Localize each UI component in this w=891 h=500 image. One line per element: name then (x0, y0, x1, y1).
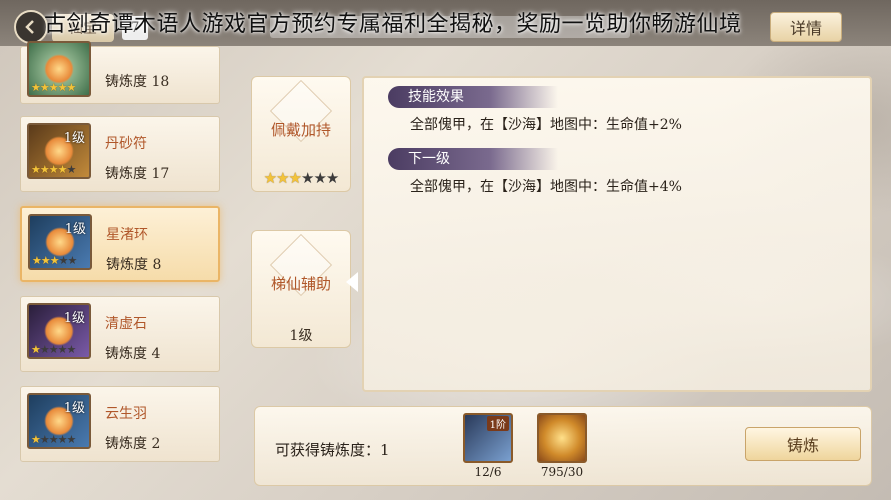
star-icon: ★ (57, 343, 68, 356)
star-icon: ★ (39, 433, 50, 446)
talisman-icon: 1级 ★★★★★ (27, 123, 91, 179)
item-forge-level: 铸炼度 8 (106, 257, 162, 273)
material-orb-icon[interactable] (537, 413, 587, 463)
material-tier-badge: 1阶 (486, 416, 509, 431)
back-arrow-icon (25, 20, 34, 34)
treasure-item-card[interactable]: 1级 ★★★★★ 星渚环 铸炼度 8 (20, 206, 220, 282)
skill-effect-header: 技能效果 (388, 86, 558, 108)
star-icon: ★ (301, 169, 314, 187)
star-icon: ★ (31, 81, 41, 94)
star-icon: ★ (39, 81, 50, 94)
item-stars: ★★★★★ (31, 343, 77, 356)
forge-button[interactable]: 铸炼 (745, 427, 861, 461)
wear-bonus-stars: ★★★★★★ (252, 169, 350, 187)
item-level: 1级 (63, 401, 85, 416)
item-level: 1级 (63, 311, 85, 326)
item-glyph (44, 54, 74, 84)
next-level-text: 全部傀甲，在【沙海】地图中：生命值+4% (410, 179, 682, 195)
forge-bar: 可获得铸炼度：1 1阶 12/6 795/30 铸炼 (254, 406, 872, 486)
star-icon: ★ (57, 163, 68, 176)
star-icon: ★ (31, 343, 41, 356)
back-button[interactable] (14, 10, 48, 44)
material-crystal-icon[interactable]: 1阶 (463, 413, 513, 463)
treasure-item-card[interactable]: 1级 ★★★★★ 丹砂符 铸炼度 17 (20, 116, 220, 192)
star-icon: ★ (48, 343, 59, 356)
star-icon: ★ (325, 169, 339, 187)
item-level: 1级 (64, 222, 86, 237)
material-2-count: 795/30 (540, 465, 584, 479)
item-name: 云生羽 (105, 406, 147, 422)
item-name: 清虚石 (105, 316, 147, 332)
treasure-item-card[interactable]: 1级 ★★★★★ 云生羽 铸炼度 2 (20, 386, 220, 462)
star-icon: ★ (313, 169, 326, 187)
item-forge-level: 铸炼度 4 (105, 346, 161, 362)
effect-panel: 技能效果 全部傀甲，在【沙海】地图中：生命值+2% 下一级 全部傀甲，在【沙海】… (362, 76, 872, 392)
item-stars: ★★★★★ (31, 81, 77, 94)
feather-icon: 1级 ★★★★★ (27, 393, 91, 449)
item-forge-level: 铸炼度 18 (105, 74, 170, 90)
pointer-arrow-icon (346, 272, 358, 292)
star-icon: ★ (48, 81, 59, 94)
star-icon: ★ (66, 433, 77, 446)
assist-label: 梯仙辅助 (270, 275, 331, 293)
material-1-count: 12/6 (474, 465, 502, 479)
green-orb-icon: ★★★★★ (27, 41, 91, 97)
forge-gain-label: 可获得铸炼度：1 (275, 441, 390, 459)
star-icon: ★ (39, 343, 50, 356)
item-stars: ★★★★★ (31, 433, 77, 446)
star-icon: ★ (276, 169, 289, 187)
star-icon: ★ (31, 433, 41, 446)
item-stars: ★★★★★ (31, 163, 77, 176)
item-stars: ★★★★★ (32, 254, 78, 267)
item-forge-level: 铸炼度 2 (105, 436, 161, 452)
ring-icon: 1级 ★★★★★ (28, 214, 92, 270)
item-level: 1级 (63, 131, 85, 146)
star-icon: ★ (48, 163, 59, 176)
star-icon: ★ (39, 163, 50, 176)
star-icon: ★ (40, 254, 51, 267)
skill-effect-text: 全部傀甲，在【沙海】地图中：生命值+2% (410, 117, 682, 133)
treasure-item-card[interactable]: ★★★★★ 铸炼度 18 (20, 41, 220, 104)
overlay-title: 古剑奇谭木语人游戏官方预约专属福利全揭秘，奖励一览助你畅游仙境 (44, 12, 742, 37)
treasure-item-card[interactable]: 1级 ★★★★★ 清虚石 铸炼度 4 (20, 296, 220, 372)
star-icon: ★ (66, 343, 77, 356)
star-icon: ★ (57, 433, 68, 446)
wear-bonus-card[interactable]: 佩戴加持 ★★★★★★ (251, 76, 351, 192)
star-icon: ★ (31, 163, 41, 176)
star-icon: ★ (48, 433, 59, 446)
star-icon: ★ (67, 254, 78, 267)
assist-card[interactable]: 梯仙辅助 1级 (251, 230, 351, 348)
item-name: 丹砂符 (105, 136, 147, 152)
item-forge-level: 铸炼度 17 (105, 166, 170, 182)
next-level-header: 下一级 (388, 148, 558, 170)
star-icon: ★ (58, 254, 69, 267)
star-icon: ★ (57, 81, 68, 94)
star-icon: ★ (49, 254, 60, 267)
star-icon: ★ (32, 254, 42, 267)
star-icon: ★ (66, 163, 77, 176)
item-name: 星渚环 (106, 227, 148, 243)
assist-level: 1级 (289, 328, 313, 344)
star-icon: ★ (288, 169, 302, 187)
wear-bonus-label: 佩戴加持 (270, 121, 331, 139)
stone-icon: 1级 ★★★★★ (27, 303, 91, 359)
star-icon: ★ (263, 169, 277, 187)
star-icon: ★ (66, 81, 77, 94)
